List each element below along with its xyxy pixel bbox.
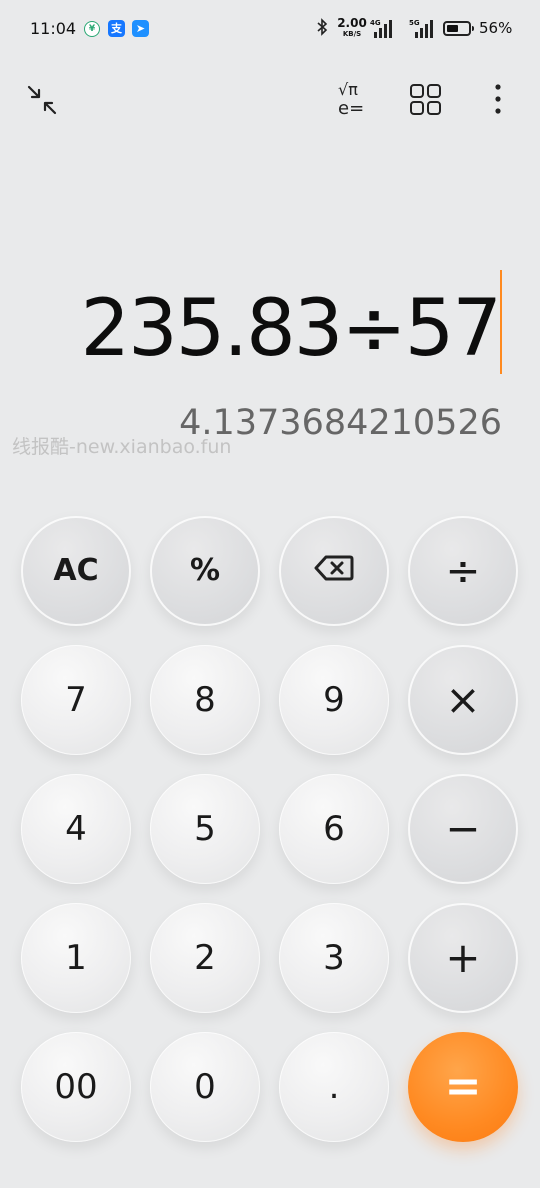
key-label: 1 [65, 938, 87, 978]
battery-fill [447, 25, 459, 32]
signal-icon-sim1: 4G [370, 19, 394, 38]
text-cursor [500, 270, 502, 374]
digit-3-button[interactable]: 3 [279, 903, 389, 1013]
grid-icon[interactable] [404, 78, 448, 122]
digit-1-button[interactable]: 1 [21, 903, 131, 1013]
signal2-tag: 5G [409, 19, 420, 27]
add-button[interactable]: + [408, 903, 518, 1013]
all-clear-button[interactable]: AC [21, 516, 131, 626]
shrink-arrows-icon[interactable] [20, 78, 64, 122]
signal-icon-sim2: 5G [409, 19, 433, 38]
key-label: 9 [323, 680, 345, 720]
digit-2-button[interactable]: 2 [150, 903, 260, 1013]
status-time: 11:04 [30, 19, 77, 38]
decimal-button[interactable]: . [279, 1032, 389, 1142]
key-label: 3 [323, 938, 345, 978]
divide-button[interactable]: ÷ [408, 516, 518, 626]
key-label: 4 [65, 809, 87, 849]
key-label: 8 [194, 680, 216, 720]
key-label: AC [53, 553, 99, 588]
key-label: 6 [323, 809, 345, 849]
digit-0-button[interactable]: 0 [150, 1032, 260, 1142]
backspace-icon [314, 551, 354, 591]
wechat-pay-icon: ¥ [84, 21, 100, 37]
status-bar: 11:04 ¥ 支 ➤ 2.00 KB/S 4G 5G 56% [0, 0, 540, 58]
network-speed-value: 2.00 [337, 16, 367, 30]
key-label: 0 [194, 1067, 216, 1107]
key-label: × [445, 675, 481, 724]
digit-4-button[interactable]: 4 [21, 774, 131, 884]
key-label: + [445, 933, 481, 982]
scientific-top-label: √π [338, 80, 358, 99]
message-app-icon: ➤ [132, 20, 149, 37]
battery-icon [443, 21, 474, 36]
digit-6-button[interactable]: 6 [279, 774, 389, 884]
backspace-button[interactable] [279, 516, 389, 626]
key-label: 00 [54, 1067, 98, 1107]
bluetooth-icon [316, 18, 328, 44]
alipay-icon: 支 [108, 20, 125, 37]
multiply-button[interactable]: × [408, 645, 518, 755]
scientific-bottom-label: e= [338, 98, 365, 119]
battery-percent: 56% [479, 19, 513, 37]
digit-7-button[interactable]: 7 [21, 645, 131, 755]
network-speed: 2.00 KB/S [336, 17, 368, 43]
network-speed-unit: KB/S [342, 30, 362, 38]
digit-5-button[interactable]: 5 [150, 774, 260, 884]
subtract-button[interactable]: − [408, 774, 518, 884]
key-label: 2 [194, 938, 216, 978]
key-label: 7 [65, 680, 87, 720]
key-label: = [444, 1061, 482, 1112]
key-label: . [328, 1067, 340, 1107]
percent-button[interactable]: % [150, 516, 260, 626]
signal1-tag: 4G [370, 19, 381, 27]
key-label: 5 [194, 809, 216, 849]
expression-display[interactable]: 235.83÷57 [80, 284, 502, 374]
key-label: − [445, 804, 481, 853]
double-zero-button[interactable]: 00 [21, 1032, 131, 1142]
equals-button[interactable]: = [408, 1032, 518, 1142]
digit-8-button[interactable]: 8 [150, 645, 260, 755]
key-label: % [189, 553, 221, 588]
key-label: ÷ [445, 546, 481, 595]
digit-9-button[interactable]: 9 [279, 645, 389, 755]
scientific-mode-icon[interactable]: √π e= [332, 78, 376, 122]
more-vertical-icon[interactable] [476, 78, 520, 122]
result-display: 4.1373684210526 [179, 403, 502, 443]
